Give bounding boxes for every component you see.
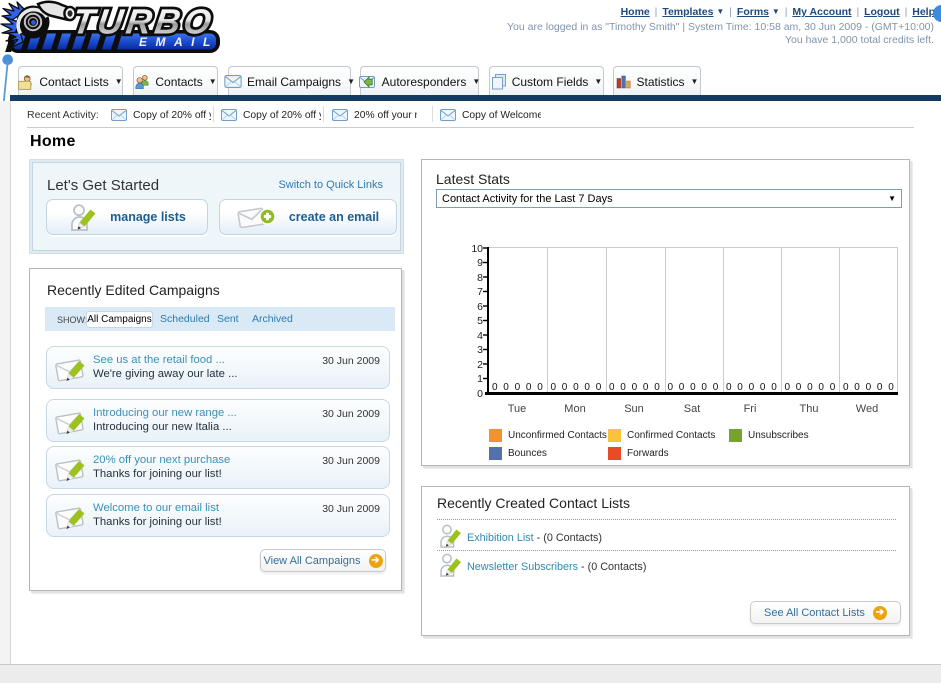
svg-text:6: 6 xyxy=(477,301,483,313)
svg-text:9: 9 xyxy=(477,257,483,269)
svg-text:7: 7 xyxy=(477,286,483,298)
svg-text:0: 0 xyxy=(515,382,521,393)
svg-text:0: 0 xyxy=(854,382,860,393)
svg-text:0: 0 xyxy=(632,382,638,393)
svg-text:0: 0 xyxy=(866,382,872,393)
svg-text:0: 0 xyxy=(596,382,602,393)
svg-text:0: 0 xyxy=(888,382,894,393)
svg-text:0: 0 xyxy=(713,382,719,393)
svg-text:0: 0 xyxy=(701,382,707,393)
svg-text:2: 2 xyxy=(477,359,483,371)
svg-text:1: 1 xyxy=(477,373,483,385)
svg-text:0: 0 xyxy=(796,382,802,393)
svg-text:0: 0 xyxy=(807,382,813,393)
svg-text:0: 0 xyxy=(551,382,557,393)
svg-text:0: 0 xyxy=(584,382,590,393)
svg-text:0: 0 xyxy=(679,382,685,393)
svg-text:0: 0 xyxy=(749,382,755,393)
svg-text:Fri: Fri xyxy=(744,403,757,415)
svg-text:0: 0 xyxy=(668,382,674,393)
svg-text:0: 0 xyxy=(562,382,568,393)
svg-text:0: 0 xyxy=(503,382,509,393)
svg-text:0: 0 xyxy=(609,382,615,393)
svg-text:0: 0 xyxy=(477,388,483,400)
svg-text:0: 0 xyxy=(492,382,498,393)
svg-text:0: 0 xyxy=(843,382,849,393)
svg-text:0: 0 xyxy=(818,382,824,393)
svg-text:TURBO: TURBO xyxy=(70,3,217,42)
svg-text:Wed: Wed xyxy=(856,403,878,415)
svg-text:Sat: Sat xyxy=(684,403,701,415)
svg-text:Mon: Mon xyxy=(564,403,585,415)
svg-text:0: 0 xyxy=(785,382,791,393)
svg-text:0: 0 xyxy=(643,382,649,393)
svg-text:0: 0 xyxy=(877,382,883,393)
svg-text:10: 10 xyxy=(471,243,483,255)
svg-text:0: 0 xyxy=(830,382,836,393)
svg-text:0: 0 xyxy=(690,382,696,393)
svg-text:0: 0 xyxy=(771,382,777,393)
svg-text:0: 0 xyxy=(654,382,660,393)
svg-text:0: 0 xyxy=(526,382,532,393)
svg-text:0: 0 xyxy=(620,382,626,393)
svg-text:4: 4 xyxy=(477,330,483,342)
svg-text:0: 0 xyxy=(573,382,579,393)
svg-text:5: 5 xyxy=(477,315,483,327)
svg-text:0: 0 xyxy=(537,382,543,393)
svg-text:Tue: Tue xyxy=(508,403,527,415)
svg-text:Thu: Thu xyxy=(800,403,819,415)
svg-text:0: 0 xyxy=(760,382,766,393)
svg-text:0: 0 xyxy=(737,382,743,393)
svg-text:8: 8 xyxy=(477,272,483,284)
svg-text:0: 0 xyxy=(726,382,732,393)
svg-text:3: 3 xyxy=(477,344,483,356)
svg-text:Sun: Sun xyxy=(624,403,644,415)
